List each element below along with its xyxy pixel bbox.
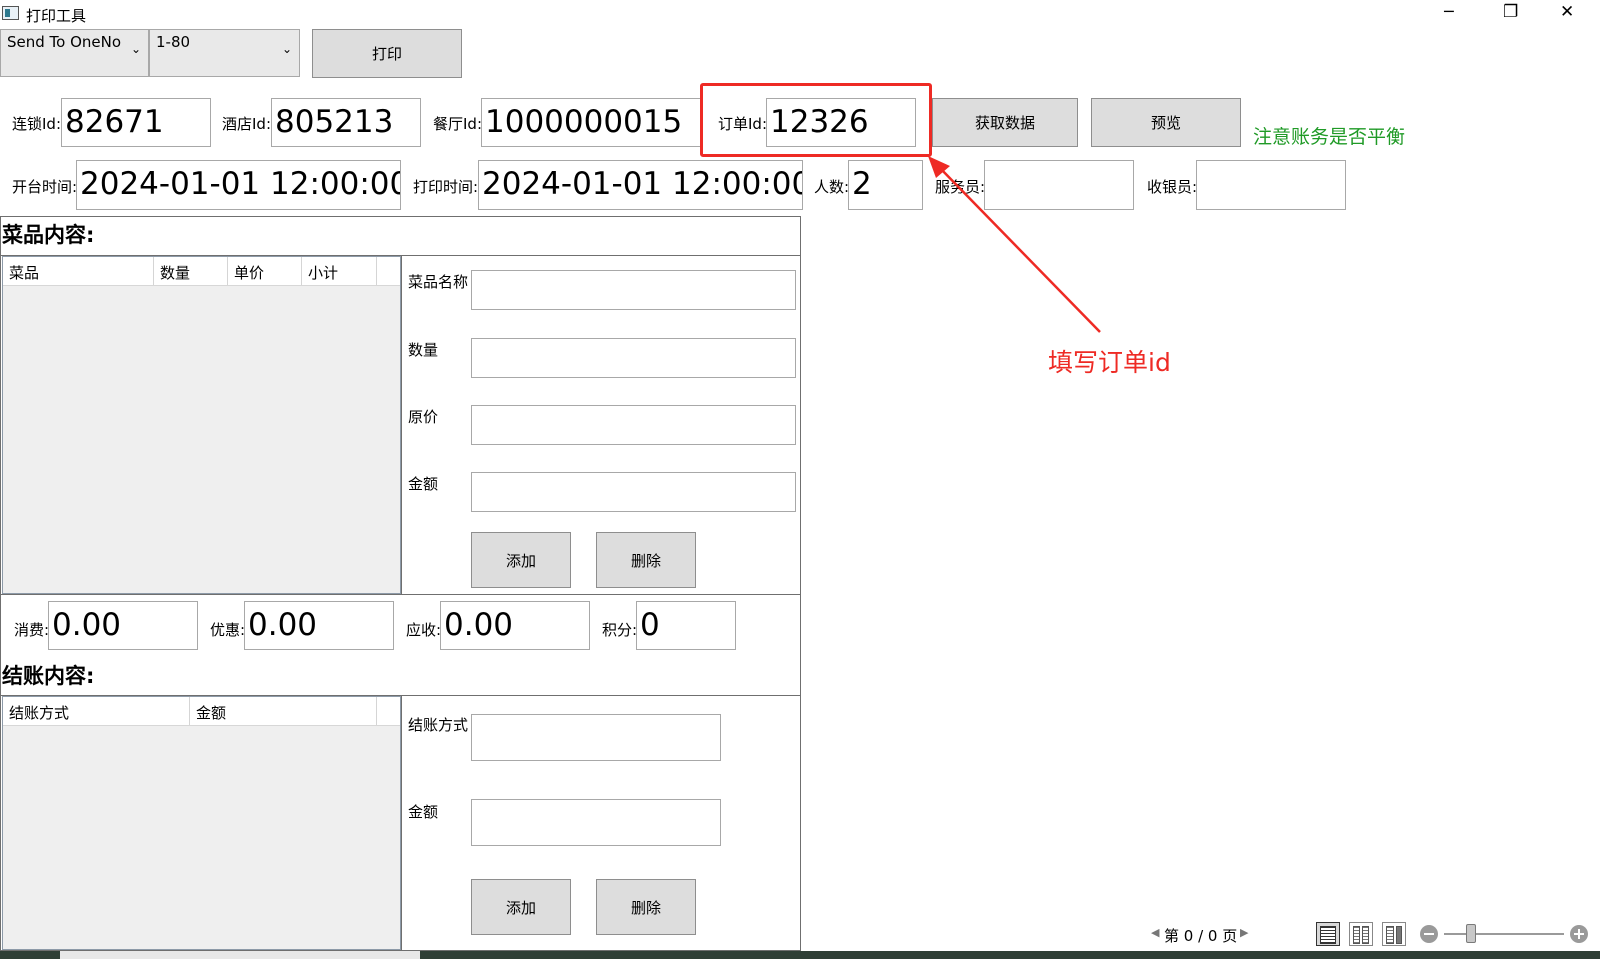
checkout-table-header: 结账方式 金额: [3, 697, 400, 726]
dish-qty-label: 数量: [408, 341, 439, 359]
next-page-icon[interactable]: ▶: [1240, 926, 1248, 939]
minimize-button[interactable]: ─: [1444, 2, 1454, 21]
dishes-table-header: 菜品 数量 单价 小计: [3, 257, 400, 286]
dish-amount-input[interactable]: [471, 472, 796, 512]
zoom-in-icon[interactable]: [1570, 925, 1588, 943]
checkout-amount-input[interactable]: [471, 799, 721, 846]
checkout-method-label: 结账方式: [408, 716, 469, 734]
chain-id-label: 连锁Id:: [12, 115, 61, 133]
annotation-arrow: [928, 156, 1101, 333]
column-header-unit-price[interactable]: 单价: [228, 257, 302, 285]
column-header-method[interactable]: 结账方式: [3, 697, 190, 725]
divider: [401, 696, 402, 951]
print-time-input[interactable]: 2024-01-01 12:00:00: [478, 160, 803, 210]
column-header-dish[interactable]: 菜品: [3, 257, 154, 285]
taskbar-window-thumb: [60, 951, 420, 959]
balance-note: 注意账务是否平衡: [1253, 126, 1406, 148]
order-id-input[interactable]: 12326: [766, 98, 916, 147]
chevron-down-icon: ⌄: [130, 42, 141, 56]
dishes-title: 菜品内容:: [2, 223, 95, 247]
open-time-input[interactable]: 2024-01-01 12:00:00: [76, 160, 401, 210]
window-title: 打印工具: [26, 7, 87, 25]
chevron-down-icon: ⌄: [281, 42, 292, 56]
preview-button[interactable]: 预览: [1091, 98, 1241, 147]
dish-price-input[interactable]: [471, 405, 796, 445]
zoom-slider-track[interactable]: [1444, 933, 1564, 935]
two-page-view-icon[interactable]: [1349, 922, 1373, 946]
checkout-title: 结账内容:: [2, 664, 95, 688]
guests-input[interactable]: 2: [848, 160, 923, 210]
maximize-button[interactable]: ❐: [1503, 2, 1518, 22]
delete-dish-button[interactable]: 删除: [596, 532, 696, 588]
dishes-table[interactable]: 菜品 数量 单价 小计: [2, 256, 401, 594]
restaurant-id-label: 餐厅Id:: [433, 115, 482, 133]
print-time-label: 打印时间:: [413, 178, 479, 196]
prev-page-icon[interactable]: ◀: [1151, 926, 1159, 939]
open-time-label: 开台时间:: [12, 178, 78, 196]
dish-name-label: 菜品名称: [408, 273, 469, 291]
cashier-input[interactable]: [1196, 160, 1346, 210]
restaurant-id-input[interactable]: 1000000015: [481, 98, 703, 147]
column-header-qty[interactable]: 数量: [154, 257, 228, 285]
print-button[interactable]: 打印: [312, 29, 462, 78]
cashier-label: 收银员:: [1147, 178, 1198, 196]
close-button[interactable]: ✕: [1560, 2, 1574, 22]
page-range-select[interactable]: 1-80 ⌄: [149, 29, 300, 77]
page-range-select-value: 1-80: [156, 33, 191, 51]
printer-select[interactable]: Send To OneNo ⌄: [0, 29, 149, 77]
annotation-text: 填写订单id: [1048, 348, 1171, 377]
hotel-id-input[interactable]: 805213: [271, 98, 421, 147]
dish-name-input[interactable]: [471, 270, 796, 310]
add-dish-button[interactable]: 添加: [471, 532, 571, 588]
checkout-table[interactable]: 结账方式 金额: [2, 696, 401, 950]
multi-page-view-icon[interactable]: [1382, 922, 1406, 946]
single-page-view-icon[interactable]: [1316, 922, 1340, 946]
zoom-slider-thumb[interactable]: [1466, 924, 1476, 943]
dish-qty-input[interactable]: [471, 338, 796, 378]
divider: [401, 255, 402, 595]
hotel-id-label: 酒店Id:: [222, 115, 271, 133]
order-id-label: 订单Id:: [718, 115, 767, 133]
column-header-amount[interactable]: 金额: [190, 697, 377, 725]
dish-price-label: 原价: [408, 408, 439, 426]
zoom-out-icon[interactable]: [1420, 925, 1438, 943]
dish-amount-label: 金额: [408, 475, 439, 493]
column-header-subtotal[interactable]: 小计: [302, 257, 377, 285]
window-icon: [2, 6, 19, 20]
chain-id-input[interactable]: 82671: [61, 98, 211, 147]
guests-label: 人数:: [814, 178, 850, 196]
fetch-data-button[interactable]: 获取数据: [932, 98, 1078, 147]
printer-select-value: Send To OneNo: [7, 33, 122, 51]
page-indicator: 第 0 / 0 页: [1164, 927, 1238, 945]
delete-checkout-button[interactable]: 删除: [596, 879, 696, 935]
checkout-method-input[interactable]: [471, 714, 721, 761]
checkout-amount-label: 金额: [408, 803, 439, 821]
add-checkout-button[interactable]: 添加: [471, 879, 571, 935]
